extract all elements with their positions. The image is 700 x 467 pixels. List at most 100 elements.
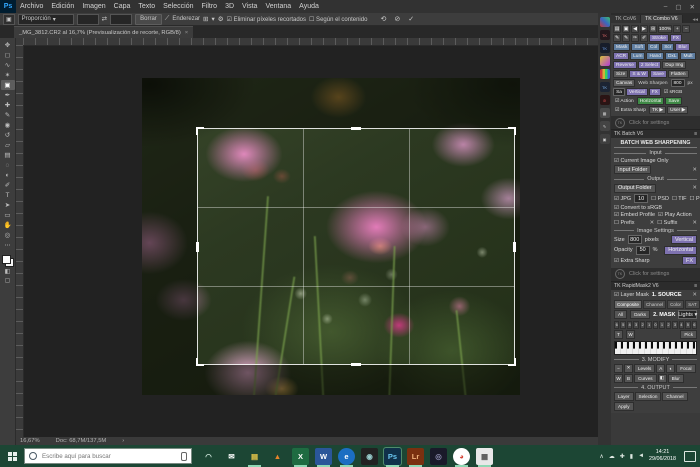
quick-selection-tool[interactable]: ✶ (1, 70, 15, 80)
modify-button[interactable]: ◐ (666, 364, 675, 373)
screen-mode-button[interactable]: ▢ (1, 276, 15, 285)
pen-tool[interactable]: ✐ (1, 180, 15, 190)
tk-combo-button[interactable]: ▶ (640, 25, 648, 33)
opacity-field[interactable]: 50 (636, 246, 650, 255)
panel-rail-icon-square[interactable]: ▣ (600, 134, 610, 144)
tk-combo-button[interactable]: + (673, 25, 681, 33)
tk-combo-button[interactable]: FX (649, 88, 661, 96)
zone-button[interactable]: 1 (659, 321, 664, 329)
tk-combo-button[interactable]: Sa (613, 88, 625, 96)
document-tab[interactable]: _MG_3812.CR2 al 16,7% (Previsualización … (14, 26, 193, 38)
tk-combo-button[interactable]: 2 Select (638, 61, 661, 69)
hand-tool[interactable]: ✋ (1, 220, 15, 230)
suffix-checkbox[interactable]: ☐ Suffix (657, 220, 677, 226)
menu-item[interactable]: Archivo (16, 3, 47, 10)
panel-tab[interactable]: TK Combo V6 (641, 15, 683, 23)
panel-rail-icon-grid[interactable]: ▦ (600, 108, 610, 118)
minimize-button[interactable]: – (664, 3, 668, 11)
menu-item[interactable]: Filtro (198, 3, 222, 10)
tk-combo-button[interactable]: ✑ (631, 34, 639, 42)
crop-handle-bottom[interactable] (351, 363, 361, 366)
tk-rail-icon-navy[interactable]: TK (600, 82, 610, 92)
toolbar-ellipsis[interactable]: ⋯ (1, 240, 15, 250)
active-tool-badge[interactable]: ▣ (3, 14, 15, 25)
marquee-tool[interactable]: ◻ (1, 50, 15, 60)
zone-button[interactable]: 6 (692, 321, 697, 329)
photo-flowers[interactable] (142, 78, 520, 395)
click-for-settings-bar[interactable]: TK Click for settings (611, 268, 700, 281)
dodge-tool[interactable]: ◐ (1, 170, 15, 180)
status-chevron-icon[interactable]: › (122, 438, 124, 444)
vertical-button[interactable]: Vertical (671, 235, 697, 244)
size-field[interactable]: 800 (628, 235, 642, 244)
play-action-checkbox[interactable]: ☑ Play Action (658, 212, 692, 218)
prefix-checkbox[interactable]: ☐ Prefix (614, 220, 635, 226)
crop-handle-top[interactable] (351, 127, 361, 130)
zone-button[interactable]: 3 (672, 321, 677, 329)
tk-combo-button[interactable]: Lum (630, 52, 645, 60)
brush-tool[interactable]: ✎ (1, 110, 15, 120)
modify-button[interactable]: B (624, 374, 633, 383)
straighten-button[interactable]: Enderezar (172, 16, 200, 22)
swap-dimensions-icon[interactable]: ⇄ (102, 15, 107, 23)
modify-button[interactable]: Focal (676, 364, 695, 373)
tk-combo-button[interactable]: ⊞ (649, 25, 657, 33)
quick-mask-button[interactable]: ◧ (1, 267, 15, 276)
crop-handle-bottom-right[interactable] (508, 358, 516, 366)
tk-combo-button[interactable]: 100% (658, 25, 672, 33)
tk-combo-button[interactable]: ▣ (622, 25, 630, 33)
menu-item[interactable]: Imagen (78, 3, 109, 10)
tk-combo-button[interactable]: ✎ (613, 34, 621, 42)
tk-combo-button[interactable]: Save (650, 70, 667, 78)
tk-combo-button[interactable]: ✐ (640, 34, 648, 42)
tk-batch-panel-header[interactable]: TK Batch V6 ≡ (611, 129, 700, 138)
vlc-icon[interactable]: ▲ (269, 448, 286, 465)
tk-rail-icon-colors[interactable] (600, 17, 610, 27)
taskview-icon[interactable]: ◠ (200, 448, 217, 465)
maximize-button[interactable]: ▢ (675, 3, 681, 11)
jpg-checkbox[interactable]: ☑ JPG (614, 196, 631, 202)
click-for-settings-bar[interactable]: TK Click for settings (611, 116, 700, 129)
tk-combo-button[interactable]: Dup Img (662, 61, 686, 69)
source-tab[interactable]: SAT (685, 300, 700, 309)
color-swatches[interactable] (2, 255, 14, 267)
menu-item[interactable]: Capa (110, 3, 135, 10)
clone-stamp-tool[interactable]: ◉ (1, 120, 15, 130)
lasso-tool[interactable]: ∿ (1, 60, 15, 70)
modify-button[interactable]: ◧ (658, 374, 667, 383)
tk-combo-button[interactable]: DxL (665, 52, 680, 60)
tk-combo-button[interactable]: Reverse (613, 61, 637, 69)
eraser-tool[interactable]: ▱ (1, 140, 15, 150)
t-button[interactable]: T (614, 330, 623, 339)
zoom-level[interactable]: 16,67% (20, 438, 40, 444)
close-tab-icon[interactable]: × (185, 30, 188, 36)
crop-handle-bottom-left[interactable] (196, 358, 204, 366)
output-folder-button[interactable]: Output Folder (614, 184, 656, 193)
tk-combo-button[interactable]: 800 (671, 79, 685, 87)
tk-combo-button[interactable]: Save (665, 97, 682, 105)
type-tool[interactable]: T (1, 190, 15, 200)
zone-button[interactable]: 5 (685, 321, 690, 329)
commit-crop-icon[interactable]: ✓ (408, 15, 414, 23)
psd-checkbox[interactable]: ☐ PSD (651, 196, 669, 202)
horizontal-button[interactable]: Horizontal (664, 246, 697, 255)
tk-combo-button[interactable]: ◀ (631, 25, 639, 33)
tk-combo-button[interactable]: Col (647, 43, 660, 51)
menu-item[interactable]: Ayuda (295, 3, 323, 10)
input-folder-button[interactable]: Input Folder (614, 165, 651, 174)
taskbar-search[interactable] (24, 448, 192, 464)
pick-button[interactable]: Pick (680, 330, 697, 339)
tk-combo-button[interactable]: FX (670, 34, 682, 42)
w-button[interactable]: W (626, 330, 635, 339)
tk-combo-button[interactable]: ▤ (613, 25, 621, 33)
eyedropper-tool[interactable]: ✒ (1, 90, 15, 100)
source-tab[interactable]: Color (667, 300, 684, 309)
tk-combo-button[interactable]: ☑ sRGB (662, 88, 684, 96)
dark-app-icon[interactable]: ◎ (430, 448, 447, 465)
microphone-icon[interactable] (181, 452, 187, 461)
tk-rail-icon-slash[interactable]: ⊘ (600, 95, 610, 105)
zone-button[interactable]: 4 (679, 321, 684, 329)
ratio-width-input[interactable] (77, 14, 99, 25)
tk-combo-button[interactable]: TK ▶ (649, 106, 666, 114)
close-button[interactable]: ✕ (690, 3, 695, 11)
